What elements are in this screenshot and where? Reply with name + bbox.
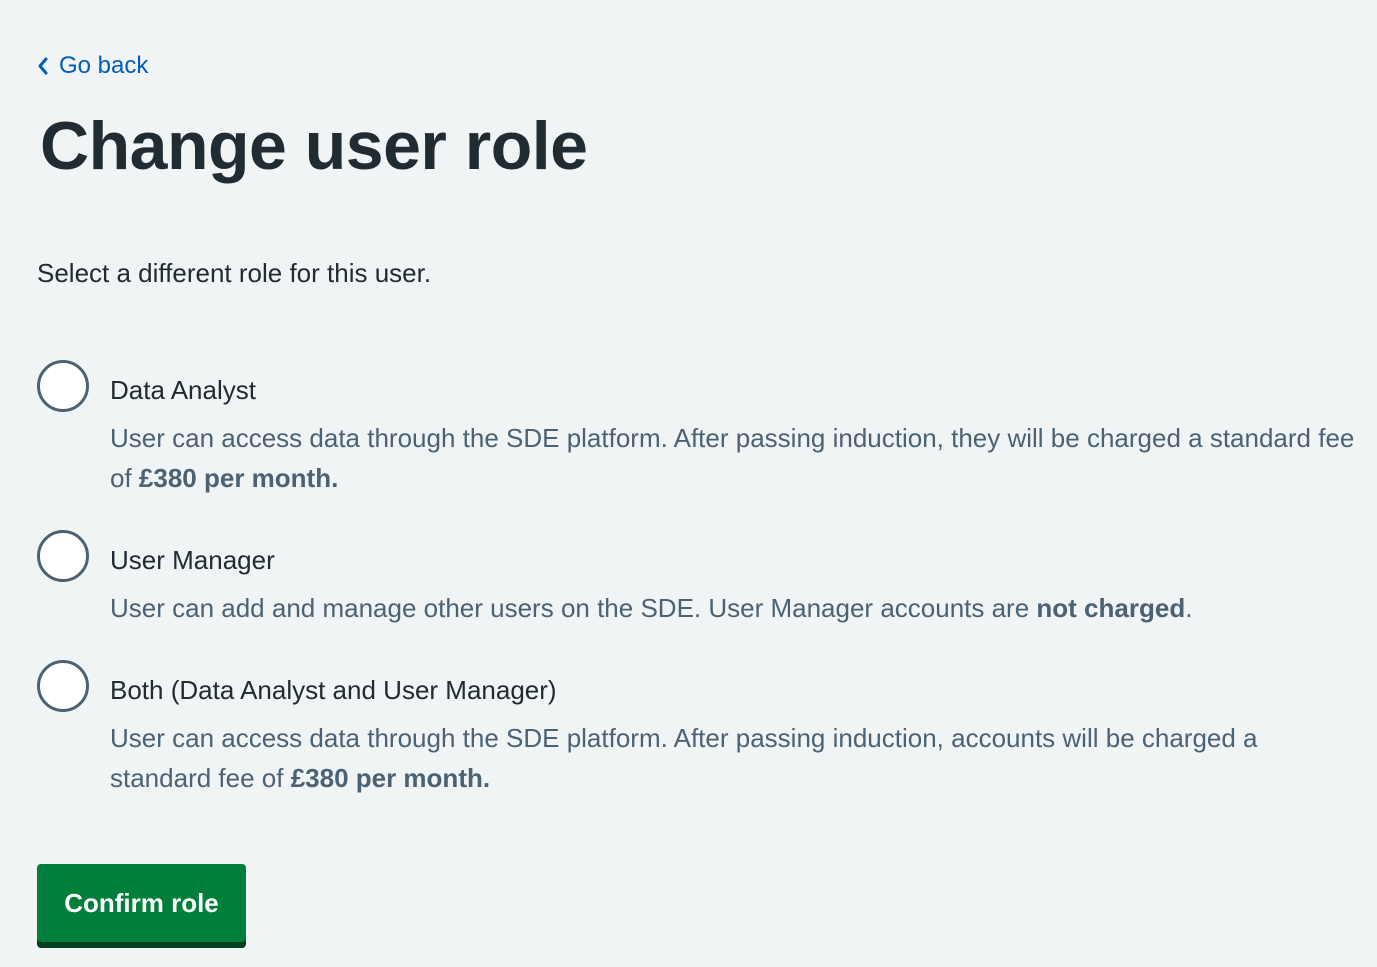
option-hint-text: User can add and manage other users on t… xyxy=(110,593,1037,623)
option-hint-after: . xyxy=(1185,593,1193,623)
option-hint-both: User can access data through the SDE pla… xyxy=(110,718,1360,798)
option-hint-bold: £380 per month. xyxy=(290,763,491,793)
radio-data-analyst[interactable] xyxy=(37,360,89,412)
option-hint-bold: not charged xyxy=(1036,593,1186,623)
page-title: Change user role xyxy=(40,108,588,184)
option-hint-bold: £380 per month. xyxy=(138,463,339,493)
go-back-label: Go back xyxy=(59,52,149,79)
radio-both[interactable] xyxy=(37,660,89,712)
option-label-data-analyst[interactable]: Data Analyst xyxy=(110,374,256,406)
confirm-role-button[interactable]: Confirm role xyxy=(37,864,246,942)
chevron-left-icon xyxy=(38,57,48,75)
go-back-link[interactable]: Go back xyxy=(37,52,148,80)
option-label-both[interactable]: Both (Data Analyst and User Manager) xyxy=(110,674,557,706)
option-hint-data-analyst: User can access data through the SDE pla… xyxy=(110,418,1360,498)
radio-user-manager[interactable] xyxy=(37,530,89,582)
page-hint: Select a different role for this user. xyxy=(37,258,432,288)
option-label-user-manager[interactable]: User Manager xyxy=(110,544,275,576)
option-hint-text: User can access data through the SDE pla… xyxy=(110,723,1258,793)
option-hint-user-manager: User can add and manage other users on t… xyxy=(110,588,1360,628)
